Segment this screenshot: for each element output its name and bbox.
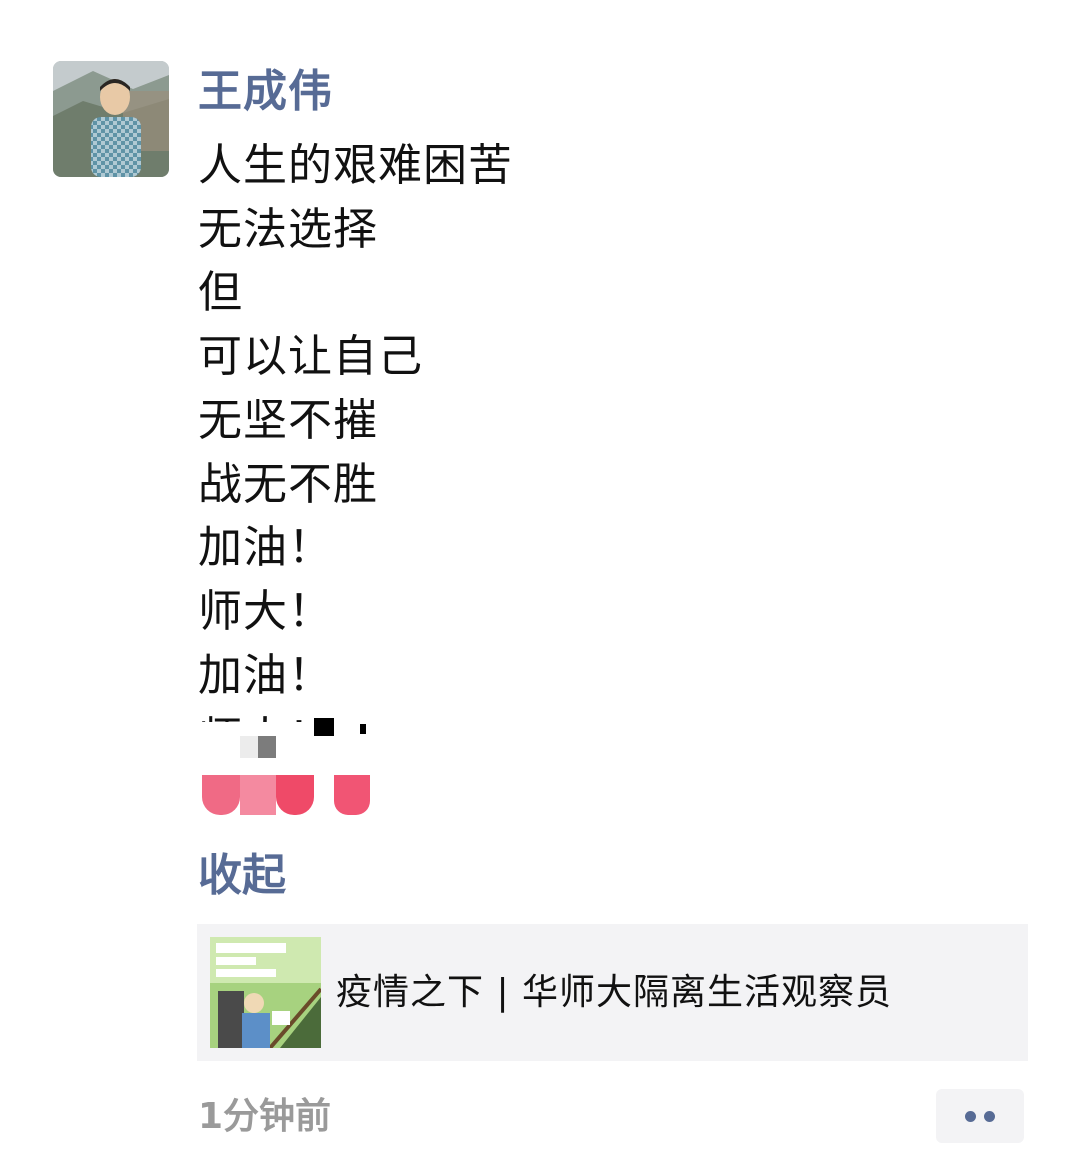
post-line: 但 bbox=[198, 267, 243, 319]
shared-article-card[interactable]: 疫情之下 | 华师大隔离生活观察员 bbox=[197, 924, 1028, 1061]
post-line: 师大！ bbox=[198, 585, 333, 637]
article-thumbnail bbox=[210, 937, 321, 1048]
post-line: 可以让自己 bbox=[198, 331, 423, 383]
collapse-link[interactable]: 收起 bbox=[198, 848, 286, 904]
redaction-mosaic bbox=[240, 736, 276, 758]
redaction-mosaic bbox=[360, 724, 366, 734]
post-line: 无法选择 bbox=[198, 203, 378, 255]
timestamp: 1分钟前 bbox=[198, 1096, 332, 1137]
dot bbox=[984, 1110, 995, 1122]
post-line: 无坚不摧 bbox=[198, 394, 378, 446]
post-line: 加油！ bbox=[198, 649, 333, 701]
more-dots-icon[interactable] bbox=[936, 1089, 1024, 1143]
article-title: 疫情之下 | 华师大隔离生活观察员 bbox=[336, 972, 893, 1013]
avatar[interactable] bbox=[53, 61, 169, 177]
post-line: 人生的艰难困苦 bbox=[198, 140, 513, 191]
author-name[interactable]: 王成伟 bbox=[198, 64, 333, 120]
post-line: 加油！ bbox=[198, 522, 333, 574]
dot bbox=[965, 1110, 976, 1122]
post-line: 战无不胜 bbox=[198, 458, 378, 510]
post-text: 人生的艰难困苦 无法选择 但 可以让自己 无坚不摧 战无不胜 加油！ 师大！ 加… bbox=[198, 134, 1018, 722]
redaction-mosaic bbox=[314, 718, 334, 736]
emoji-mosaic bbox=[202, 775, 370, 815]
